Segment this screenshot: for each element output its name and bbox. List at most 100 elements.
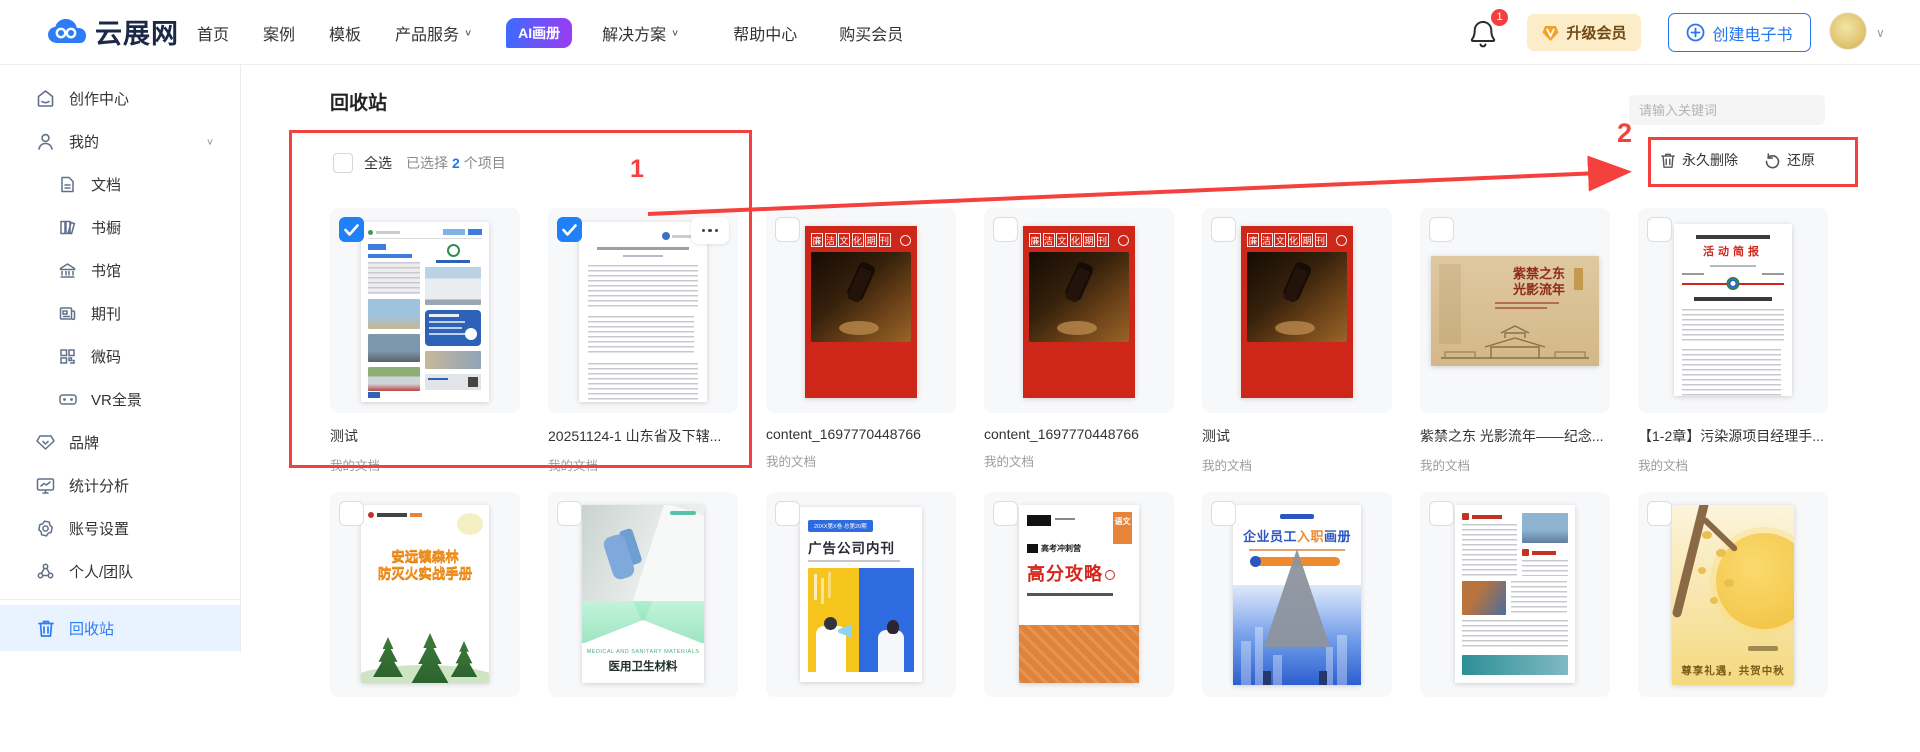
sidebar-item-stats[interactable]: 统计分析 [0,464,240,507]
card-checkbox[interactable] [775,217,800,242]
stats-monitor-icon [36,476,55,495]
card-checkbox[interactable] [775,501,800,526]
nav-cases[interactable]: 案例 [263,21,295,45]
document-icon [58,175,77,194]
notification-bell[interactable]: 1 [1468,16,1502,50]
card-title: 【1-2章】污染源项目经理手... [1638,426,1828,446]
sidebar-item-library[interactable]: 书馆 [0,249,240,292]
card-checkbox[interactable] [1429,501,1454,526]
select-all-checkbox[interactable] [333,153,353,173]
sidebar-item-creation-center[interactable]: 创作中心 [0,77,240,120]
thumbnail-magazine-cover: 廉洁文化期刊 [805,226,917,398]
library-building-icon [58,261,77,280]
sidebar-divider [0,599,240,600]
selection-info: 已选择2个项目 [406,153,506,173]
card-checkbox[interactable] [1211,217,1236,242]
thumbnail-text-document [579,222,707,402]
document-card[interactable]: 紫禁之东光影流年 紫禁之东 光影流年——纪念... 我的文档 [1420,208,1610,468]
gavel-photo [811,252,911,342]
more-options-button[interactable] [691,217,729,244]
sidebar-item-docs[interactable]: 文档 [0,163,240,206]
bulk-actions: 永久删除 还原 [1660,150,1815,170]
card-folder: 我的文档 [1420,455,1610,474]
document-card[interactable]: 活动简报 【1-2章】污染源项目经理手... 我的文档 [1638,208,1828,468]
create-ebook-button[interactable]: 创建电子书 [1668,13,1811,52]
card-checkbox-checked[interactable] [557,217,582,242]
sidebar-item-bookshelf[interactable]: 书橱 [0,206,240,249]
nav-products[interactable]: 产品服务∨ [395,21,472,45]
trash-icon [36,619,55,638]
sidebar-item-microcode[interactable]: 微码 [0,335,240,378]
sidebar-item-brand[interactable]: 品牌 [0,421,240,464]
card-checkbox[interactable] [1211,501,1236,526]
user-avatar[interactable] [1829,12,1867,50]
document-card[interactable]: 廉洁文化期刊 content_1697770448766 我的文档 [766,208,956,468]
card-folder: 我的文档 [330,455,520,474]
document-card[interactable]: 20XX第X卷·总第20期 广告公司内刊 [766,492,956,752]
search-input[interactable] [1639,103,1815,118]
document-card[interactable]: 20251124-1 山东省及下辖... 我的文档 [548,208,738,468]
vip-crown-icon [1541,24,1560,42]
nav-solutions[interactable]: 解决方案∨ [602,21,679,45]
card-checkbox[interactable] [993,501,1018,526]
document-card[interactable]: 廉洁文化期刊 测试 我的文档 [1202,208,1392,468]
nav-home[interactable]: 首页 [197,21,229,45]
selected-count: 2 [452,155,460,171]
card-checkbox[interactable] [1647,501,1672,526]
sidebar-item-account-settings[interactable]: 账号设置 [0,507,240,550]
sidebar-item-recycle-bin[interactable]: 回收站 [0,605,240,651]
ai-album-badge[interactable]: AI画册 [506,18,572,48]
sidebar-item-vr[interactable]: VR全景 [0,378,240,421]
qr-code-icon [58,347,77,366]
nav-templates[interactable]: 模板 [329,21,361,45]
thumbnail-magazine-cover: 廉洁文化期刊 [1241,226,1353,398]
upgrade-membership-button[interactable]: 升级会员 [1527,14,1641,51]
annotation-number-1: 1 [630,155,644,184]
card-checkbox[interactable] [557,501,582,526]
document-card[interactable]: 安远镇森林防灭火实战手册 [330,492,520,752]
check-icon [344,224,359,236]
card-checkbox-checked[interactable] [339,217,364,242]
chevron-down-icon[interactable]: ∨ [1876,26,1885,40]
gear-icon [36,519,55,538]
card-checkbox[interactable] [339,501,364,526]
restore-button[interactable]: 还原 [1764,150,1815,170]
user-icon [36,132,55,151]
selection-row: 全选 已选择2个项目 [333,153,506,173]
card-title: 20251124-1 山东省及下辖... [548,426,738,446]
document-card[interactable]: 测试 我的文档 [330,208,520,468]
document-card[interactable]: 廉洁文化期刊 content_1697770448766 我的文档 [984,208,1174,468]
card-checkbox[interactable] [993,217,1018,242]
thumbnail-activity-report: 活动简报 [1674,224,1792,396]
sidebar-item-journal[interactable]: 期刊 [0,292,240,335]
upgrade-label: 升级会员 [1566,22,1626,43]
magazine-title: 廉洁文化期刊 [811,233,911,247]
document-card[interactable]: MEDICAL AND SANITARY MATERIALS 医用卫生材料 [548,492,738,752]
newspaper-icon [58,304,77,323]
thumbnail-magazine-cover: 廉洁文化期刊 [1023,226,1135,398]
sidebar-item-mine[interactable]: 我的 ∨ [0,120,240,163]
magazine-logo-icon [1336,235,1347,246]
card-checkbox[interactable] [1429,217,1454,242]
card-checkbox[interactable] [1647,217,1672,242]
card-folder: 我的文档 [548,455,738,474]
logo[interactable]: 云展网 [46,12,179,51]
permanent-delete-button[interactable]: 永久删除 [1660,150,1738,170]
chevron-down-icon: ∨ [464,27,472,37]
chevron-down-icon[interactable]: ∨ [206,136,214,146]
card-folder: 我的文档 [1202,455,1392,474]
create-ebook-label: 创建电子书 [1712,21,1792,45]
nav-help[interactable]: 帮助中心 [733,21,797,45]
document-card[interactable]: 企业员工入职画册 [1202,492,1392,752]
sidebar-item-team[interactable]: 个人/团队 [0,550,240,593]
magazine-logo-icon [1118,235,1129,246]
document-card[interactable]: 语文 高考冲刺营 高分攻略 [984,492,1174,752]
document-card[interactable] [1420,492,1610,752]
check-icon [562,224,577,236]
page-title: 回收站 [330,88,387,115]
document-card[interactable]: 尊享礼遇，共贺中秋 [1638,492,1828,752]
main-nav: 首页 案例 模板 产品服务∨ AI画册 解决方案∨ 帮助中心 购买会员 [197,0,937,65]
thumbnail-gaokao-guide: 语文 高考冲刺营 高分攻略 [1019,505,1139,683]
thumbnail-company-journal [1455,505,1575,683]
nav-buy-membership[interactable]: 购买会员 [839,21,903,45]
